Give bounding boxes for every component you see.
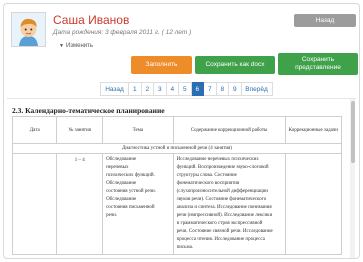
cell-lesson-number: 1 – 4: [56, 153, 104, 255]
topic-line: неречевых: [106, 165, 129, 170]
content-line: анализа и синтеза. Исследование понимани…: [176, 205, 272, 210]
save-docx-button[interactable]: Сохранить как docx: [195, 56, 275, 74]
column-header-date: Дата: [11, 116, 58, 144]
cell-topic: Обследование неречевых психических функц…: [102, 153, 174, 255]
page-4[interactable]: 4: [166, 82, 179, 96]
page-8[interactable]: 8: [216, 82, 229, 96]
page-6-current[interactable]: 6: [191, 82, 204, 96]
page-2[interactable]: 2: [141, 82, 154, 96]
content-line: письма.: [176, 245, 194, 250]
edit-label: Изменить: [65, 43, 94, 49]
vertical-scrollbar[interactable]: [350, 99, 355, 258]
content-line: фонематического восприятия: [176, 181, 240, 186]
student-card: Саша Иванов Дата рождения: 3 февраля 201…: [3, 3, 360, 259]
save-view-label-line2: представление: [295, 64, 341, 71]
cell-content: Исследование неречевых психических функц…: [172, 153, 286, 255]
cell-date: [11, 153, 58, 255]
save-view-button[interactable]: Сохранить представление: [278, 53, 358, 75]
save-view-label-line1: Сохранить: [301, 55, 335, 63]
topic-line: речи.: [106, 213, 118, 218]
content-line: Исследование неречевых психических: [176, 157, 259, 162]
avatar: [11, 12, 46, 47]
topic-line: Обследование: [106, 157, 137, 162]
back-button[interactable]: Назад: [294, 14, 356, 27]
page-7[interactable]: 7: [204, 82, 217, 96]
document-preview[interactable]: 2.3. Календарно-тематическое планировани…: [7, 98, 356, 258]
content-line: речи. Состояние связной речи. Исследован…: [176, 229, 273, 234]
page-next[interactable]: Вперёд: [241, 82, 273, 96]
student-name: Саша Иванов: [53, 13, 130, 27]
child-avatar-icon: [12, 13, 45, 46]
topic-line: Обследование: [106, 181, 137, 186]
column-header-tasks: Коррекционные задачи: [284, 116, 343, 144]
plan-table: Дата № занятия Тема Содержание коррекцио…: [11, 116, 343, 255]
content-line: процесса чтения. Исследование процесса: [176, 237, 265, 242]
content-line: структуры слова. Состояние: [176, 173, 237, 178]
section-title: 2.3. Календарно-тематическое планировани…: [12, 106, 165, 115]
table-header-row: Дата № занятия Тема Содержание коррекцио…: [11, 116, 343, 144]
content-line: (слухопроизносительной дифференциации: [176, 189, 268, 194]
triangle-down-icon: ▼: [59, 43, 64, 49]
column-header-number: № занятия: [56, 116, 104, 144]
fill-button[interactable]: Заполнить: [131, 56, 192, 74]
content-line: функций. Воспроизведение звуко-слоговой: [176, 165, 269, 170]
birth-date: Дата рождения: 3 февраля 2011 г. ( 12 ле…: [53, 29, 192, 36]
content-line: и грамматического строя экспрессивной: [176, 221, 263, 226]
page-3[interactable]: 3: [154, 82, 167, 96]
topic-line: психических функций.: [106, 173, 155, 178]
content-line: звуков речи). Состояние фонематического: [176, 197, 267, 202]
table-row: 1 – 4 Обследование неречевых психических…: [11, 153, 343, 255]
page-5[interactable]: 5: [179, 82, 192, 96]
page-prev[interactable]: Назад: [100, 82, 129, 96]
content-line: речи (импрессивной). Исследование лексик…: [176, 213, 273, 218]
column-header-content: Содержание коррекционной работы: [172, 116, 286, 144]
edit-toggle[interactable]: ▼ Изменить: [59, 43, 93, 49]
topic-line: состояния устной речи.: [106, 189, 156, 194]
column-header-topic: Тема: [102, 116, 174, 144]
page-1[interactable]: 1: [129, 82, 142, 96]
page-9[interactable]: 9: [229, 82, 242, 96]
cell-tasks: [284, 153, 343, 255]
scrollbar-thumb[interactable]: [350, 101, 355, 163]
subsection-title: Диагностика устной и письменной речи (4 …: [12, 143, 342, 154]
topic-line: Обследование: [106, 197, 137, 202]
table-subsection-row: Диагностика устной и письменной речи (4 …: [12, 143, 342, 154]
pagination: Назад 1 2 3 4 5 6 7 8 9 Вперёд: [100, 82, 273, 96]
topic-line: состояния письменной: [106, 205, 155, 210]
